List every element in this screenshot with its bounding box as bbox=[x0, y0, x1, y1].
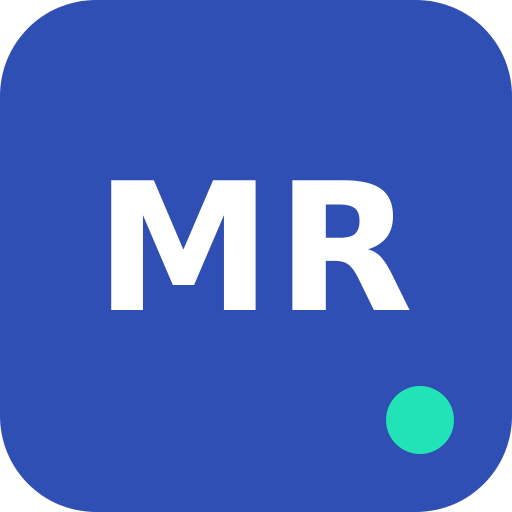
status-indicator-dot bbox=[386, 386, 454, 454]
app-icon[interactable]: MR bbox=[0, 0, 512, 512]
